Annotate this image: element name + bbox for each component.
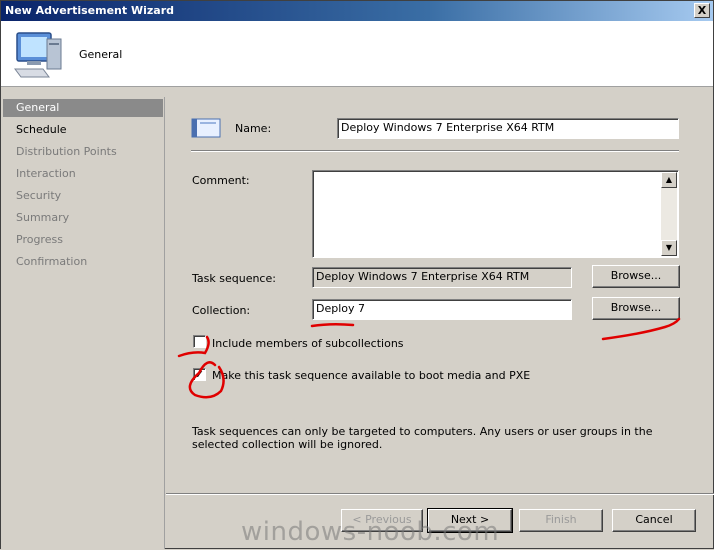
boot-media-checkbox[interactable]: ✓ [193, 368, 206, 381]
wizard-window: New Advertisement Wizard X General Gener… [0, 0, 714, 549]
general-page: Name: Deploy Windows 7 Enterprise X64 RT… [166, 88, 714, 550]
cancel-button[interactable]: Cancel [612, 509, 696, 532]
boot-media-label: Make this task sequence available to boo… [212, 369, 531, 382]
wizard-nav: General Schedule Distribution Points Int… [1, 97, 165, 549]
header-panel: General [1, 21, 713, 87]
scroll-up-icon[interactable]: ▲ [661, 172, 677, 188]
finish-button[interactable]: Finish [519, 509, 603, 532]
advertisement-icon [191, 118, 221, 138]
name-field[interactable]: Deploy Windows 7 Enterprise X64 RTM [337, 118, 679, 139]
task-sequence-label: Task sequence: [192, 272, 276, 285]
scroll-down-icon[interactable]: ▼ [661, 240, 677, 256]
comment-label: Comment: [192, 174, 250, 187]
targeting-note: Task sequences can only be targeted to c… [192, 425, 653, 451]
comment-field[interactable] [312, 170, 679, 258]
collection-label: Collection: [192, 304, 251, 317]
nav-item-distribution-points: Distribution Points [16, 145, 117, 158]
name-label: Name: [235, 122, 272, 135]
include-subcollections-checkbox[interactable] [193, 335, 206, 348]
nav-item-interaction: Interaction [16, 167, 76, 180]
browse-collection-button[interactable]: Browse... [592, 297, 680, 320]
nav-item-confirmation: Confirmation [16, 255, 88, 268]
button-divider [166, 493, 714, 495]
divider [191, 150, 679, 152]
nav-item-schedule[interactable]: Schedule [3, 121, 163, 139]
close-button[interactable]: X [694, 3, 710, 18]
task-sequence-field: Deploy Windows 7 Enterprise X64 RTM [312, 267, 572, 288]
nav-item-general[interactable]: General [3, 99, 163, 117]
collection-field[interactable]: Deploy 7 [312, 299, 572, 320]
header-title: General [79, 48, 123, 61]
nav-item-summary: Summary [16, 211, 70, 224]
window-title: New Advertisement Wizard [5, 4, 175, 17]
include-subcollections-label: Include members of subcollections [212, 337, 404, 350]
watermark: windows-noob.com [241, 517, 500, 547]
comment-scrollbar[interactable]: ▲ ▼ [661, 172, 677, 256]
checkmark-icon: ✓ [194, 368, 205, 381]
nav-item-security: Security [16, 189, 62, 202]
computer-icon [14, 32, 62, 78]
nav-item-progress: Progress [16, 233, 63, 246]
title-bar: New Advertisement Wizard X [1, 1, 713, 21]
browse-task-sequence-button[interactable]: Browse... [592, 265, 680, 288]
